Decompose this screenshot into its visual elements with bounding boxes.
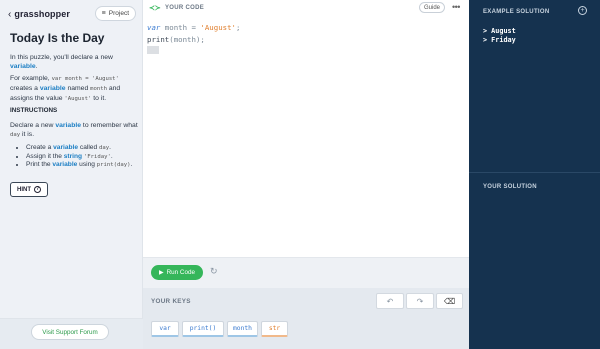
support-forum-button[interactable]: Visit Support Forum [31, 324, 109, 340]
run-code-button[interactable]: ▶ Run Code [151, 265, 203, 280]
example-solution-heading: EXAMPLE SOLUTION [483, 9, 550, 15]
your-solution-heading: YOUR SOLUTION [483, 184, 537, 190]
code-token: var [147, 23, 161, 32]
step-text: . [130, 161, 133, 169]
list-item: Create a variable called day. [26, 144, 142, 153]
backspace-button[interactable]: ⌫ [436, 293, 463, 309]
example-mid: named [65, 85, 91, 92]
key-print[interactable]: print() [182, 321, 224, 337]
empty-line-placeholder[interactable] [147, 46, 159, 54]
step-keyword-link[interactable]: variable [53, 144, 78, 151]
example-keyword-link[interactable]: variable [40, 85, 66, 92]
instructions-heading: INSTRUCTIONS [10, 107, 58, 114]
play-icon: ▶ [159, 270, 164, 276]
output-line: > August [483, 27, 516, 35]
step-text: Print the [26, 161, 53, 169]
undo-button[interactable]: ↶ [376, 293, 404, 309]
step-text: . [109, 144, 111, 151]
project-button[interactable]: ≡ Project [94, 6, 136, 21]
example-code: month [90, 86, 107, 92]
example-pre: For example, [10, 75, 52, 82]
redo-button[interactable]: ↷ [406, 293, 434, 309]
example-text: For example, var month = 'August' create… [10, 74, 136, 104]
brand-logo: grasshopper [14, 9, 70, 19]
reset-icon[interactable]: ↻ [210, 266, 218, 277]
step-code: day [98, 145, 110, 151]
example-code: 'August' [64, 96, 92, 102]
code-token: (month); [169, 34, 205, 44]
undo-icon: ↶ [386, 296, 394, 306]
step-keyword-link[interactable]: variable [52, 161, 77, 168]
example-post: to it. [91, 95, 107, 102]
instr-keyword-link[interactable]: variable [55, 122, 81, 129]
code-icon: ≺≻ [149, 5, 161, 12]
key-str[interactable]: str [261, 321, 288, 337]
step-text: using [77, 161, 97, 169]
code-editor[interactable]: var month = 'August'; print(month); [147, 22, 240, 45]
instructions-panel: ‹ grasshopper ≡ Project Today Is the Day… [0, 0, 143, 349]
intro-pre: In this puzzle, you'll declare a new [10, 54, 113, 61]
hint-button[interactable]: HINT ? [10, 182, 48, 197]
question-icon: ? [34, 186, 41, 193]
code-header: ≺≻ YOUR CODE Guide ••• [143, 0, 469, 16]
example-code: var month = 'August' [51, 76, 119, 82]
output-line: > Friday [483, 35, 516, 44]
code-line: var month = 'August'; [147, 22, 240, 34]
more-options-icon[interactable]: ••• [452, 2, 460, 12]
example-mid: creates a [10, 85, 40, 92]
guide-button[interactable]: Guide [419, 2, 446, 13]
list-item: Print the variable using print(day). [26, 161, 142, 170]
instr-pre: Declare a new [10, 122, 56, 129]
redo-icon: ↷ [416, 296, 424, 306]
project-label: Project [108, 10, 129, 17]
step-text: Create a [26, 144, 54, 151]
run-code-label: Run Code [166, 269, 195, 276]
intro-post: . [35, 63, 38, 70]
key-month[interactable]: month [227, 321, 258, 337]
key-var[interactable]: var [151, 321, 179, 337]
back-chevron-icon[interactable]: ‹ [8, 9, 11, 20]
code-token: ; [236, 23, 241, 32]
step-text: . [110, 152, 113, 160]
instructions-text: Declare a new variable to remember what … [10, 121, 138, 140]
instruction-steps: Create a variable called day. Assign it … [18, 144, 142, 170]
code-line: print(month); [147, 34, 240, 46]
intro-keyword-link[interactable]: variable [10, 63, 36, 70]
instr-post: it is. [20, 131, 35, 138]
step-code: 'Friday' [83, 153, 111, 160]
code-token: print [147, 34, 170, 44]
code-token: 'August' [200, 23, 237, 32]
menu-icon: ≡ [101, 10, 106, 17]
backspace-icon: ⌫ [443, 296, 456, 306]
divider [469, 172, 600, 173]
your-keys-label: YOUR KEYS [151, 298, 191, 305]
step-text: Assign it the [26, 152, 64, 160]
step-keyword-link[interactable]: string [64, 153, 82, 160]
topbar: ‹ grasshopper ≡ Project [8, 6, 136, 21]
intro-text: In this puzzle, you'll declare a new var… [10, 53, 134, 71]
example-output: > August > Friday [483, 27, 516, 44]
code-token: month = [160, 23, 201, 32]
step-code: print(day) [96, 162, 131, 169]
page-title: Today Is the Day [10, 31, 105, 45]
output-panel: EXAMPLE SOLUTION + > August > Friday YOU… [469, 0, 600, 349]
list-item: Assign it the string 'Friday'. [26, 153, 142, 162]
instr-code: day [10, 132, 21, 138]
step-text: called [78, 144, 99, 151]
hint-label: HINT [17, 186, 31, 193]
expand-icon[interactable]: + [578, 6, 587, 15]
instr-mid: to remember what [81, 122, 138, 129]
code-header-label: YOUR CODE [165, 5, 205, 11]
